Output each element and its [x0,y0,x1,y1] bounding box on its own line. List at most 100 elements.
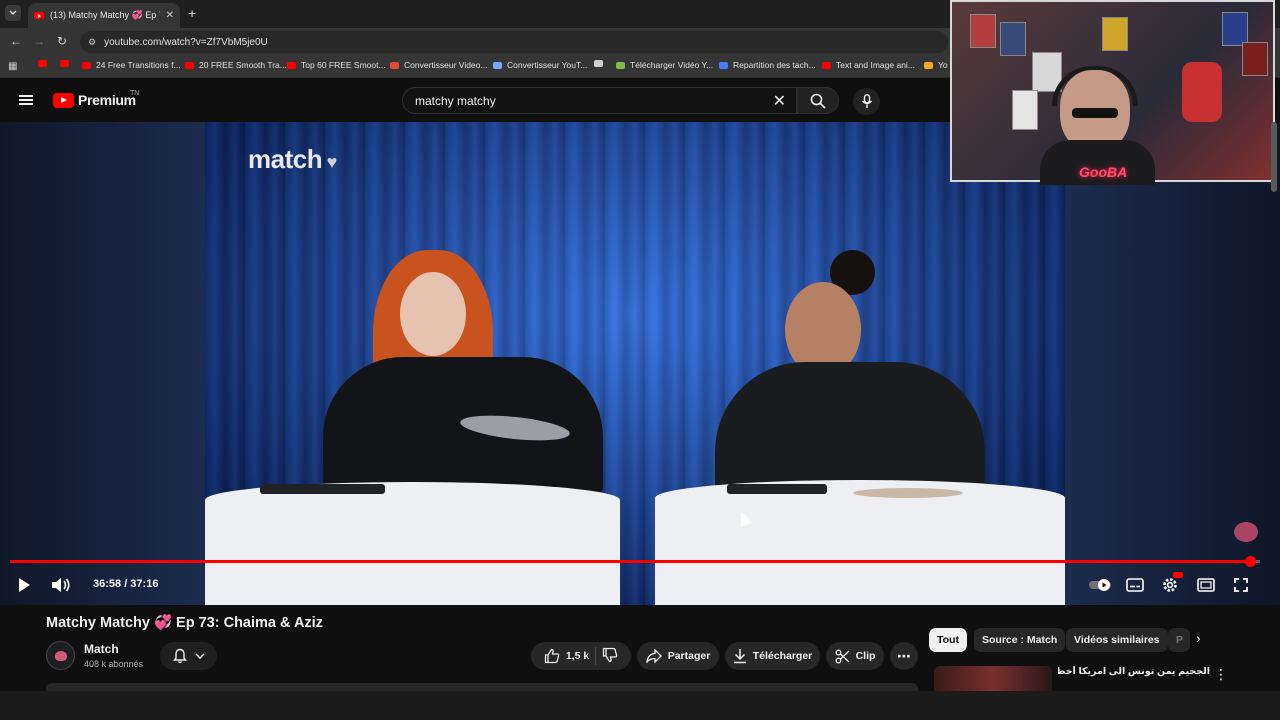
download-button[interactable]: Télécharger [725,642,820,670]
bell-icon [172,648,187,664]
video-player[interactable]: match ♥ [0,122,1280,605]
bookmark-item[interactable] [38,60,47,67]
volume-icon [52,578,70,592]
site-info-icon[interactable]: ⚙ [88,37,96,48]
recommended-thumbnail[interactable] [934,666,1052,691]
channel-name[interactable]: Match [84,642,119,656]
chip-truncated[interactable]: P [1168,628,1190,652]
webcam-neon-label: GooBA [1079,164,1128,180]
progress-bar[interactable] [10,556,1260,567]
bookmark-item[interactable]: Télécharger Vidéo Y... [616,60,713,70]
close-icon[interactable]: ✕ [166,10,174,21]
gear-icon [1163,578,1177,592]
chip-all[interactable]: Tout [929,628,967,652]
fullscreen-icon [1234,578,1248,592]
bookmark-item[interactable]: Convertisseur YouT... [493,60,587,70]
search-input[interactable]: matchy matchy ✕ [402,87,797,114]
bookmark-favicon-icon [38,60,47,67]
bookmark-favicon-icon [822,61,831,69]
clip-label: Clip [855,650,876,662]
bookmark-label: Top 60 FREE Smoot... [301,60,386,70]
more-vertical-icon[interactable]: ⋮ [1214,666,1228,683]
chip-source[interactable]: Source : Match [974,628,1066,652]
settings-button[interactable] [1159,572,1183,595]
subtitles-icon [1126,578,1144,592]
bookmark-label: 24 Free Transitions f... [96,60,181,70]
chevron-down-icon [194,653,205,659]
play-icon [19,578,30,592]
theater-mode-button[interactable] [1195,575,1217,595]
bookmark-item[interactable]: Text and Image ani... [822,60,915,70]
more-horizontal-icon: ⋯ [897,647,911,664]
channel-avatar[interactable] [46,641,75,670]
scissors-icon [835,649,850,663]
like-button[interactable]: 1,5 k [544,648,589,664]
subtitles-button[interactable] [1124,575,1146,595]
like-divider [595,647,597,665]
chevron-down-icon [9,10,17,15]
reload-icon[interactable]: ↻ [57,34,67,48]
youtube-premium-logo[interactable]: Premium [53,92,136,108]
chevron-right-icon[interactable]: › [1196,630,1201,646]
subscriber-count: 408 k abonnés [84,659,144,669]
volume-button[interactable] [50,575,72,595]
bookmark-item[interactable]: Repartition des tach... [719,60,816,70]
heart-icon [54,650,67,661]
chip-similar[interactable]: Vidéos similaires [1066,628,1168,652]
voice-search-button[interactable] [853,88,880,115]
clear-search-icon[interactable]: ✕ [773,91,786,111]
share-arrow-icon [645,649,662,663]
dislike-button[interactable] [602,647,618,666]
progress-scrubber-handle[interactable] [1245,556,1256,567]
autoplay-toggle-icon [1089,579,1111,591]
theater-mode-icon [1197,578,1215,592]
streamer-sunglasses [1072,108,1118,118]
forward-arrow-icon[interactable]: → [33,34,45,48]
logo-text: Premium [78,92,136,108]
play-button[interactable] [14,575,34,595]
subscription-bell-button[interactable] [160,642,217,670]
share-button[interactable]: Partager [637,642,719,670]
thumbs-up-icon [544,648,560,664]
bookmark-item[interactable]: Yo [924,60,948,70]
bookmark-favicon-icon [616,61,625,69]
search-query-text: matchy matchy [415,93,496,108]
notebook-right [727,484,827,494]
new-tab-plus-icon[interactable]: + [188,5,196,21]
more-actions-button[interactable]: ⋯ [890,642,918,670]
table-right [655,480,1065,605]
match-watermark-icon[interactable] [1234,522,1258,542]
bookmark-item[interactable]: 24 Free Transitions f... [82,60,181,70]
recommended-title[interactable]: الجحيم يمن تونس الى امريكا أخطر طريق [1058,666,1210,690]
bookmark-favicon-icon [60,60,69,67]
bookmark-item[interactable]: Top 60 FREE Smoot... [287,60,386,70]
bookmark-favicon-icon [287,61,296,69]
tab-search-button[interactable] [5,5,21,21]
person-left-face [400,272,466,356]
bookmark-item[interactable]: Convertisseur Video... [390,60,487,70]
apps-grid-icon[interactable]: ▦ [8,61,17,72]
bookmark-item[interactable] [60,60,69,67]
autoplay-toggle[interactable] [1088,575,1112,595]
fullscreen-button[interactable] [1230,575,1252,595]
youtube-favicon-icon [34,12,44,19]
tab-title: (13) Matchy Matchy 💞 Ep 73: C [50,10,160,20]
clip-button[interactable]: Clip [826,642,884,670]
thumbs-down-icon [603,647,618,662]
bookmark-label: Convertisseur Video... [404,60,488,70]
search-button[interactable] [797,87,839,114]
browser-tab[interactable]: (13) Matchy Matchy 💞 Ep 73: C ✕ [28,3,180,28]
share-label: Partager [667,650,711,662]
time-display: 36:58 / 37:16 [93,578,159,590]
page-scrollbar[interactable] [1271,122,1277,192]
bookmark-item[interactable]: 20 FREE Smooth Tra... [185,60,287,70]
bookmark-favicon-icon [82,61,91,69]
description-box[interactable] [46,683,918,691]
menu-hamburger-icon[interactable] [19,95,33,105]
taskbar [0,691,1280,720]
bookmark-item[interactable] [594,60,603,67]
match-brand-logo: match ♥ [248,144,337,174]
bookmark-label: Yo [938,60,948,70]
address-bar[interactable]: ⚙ youtube.com/watch?v=Zf7VbM5je0U [80,31,948,53]
back-arrow-icon[interactable]: ← [10,34,22,48]
